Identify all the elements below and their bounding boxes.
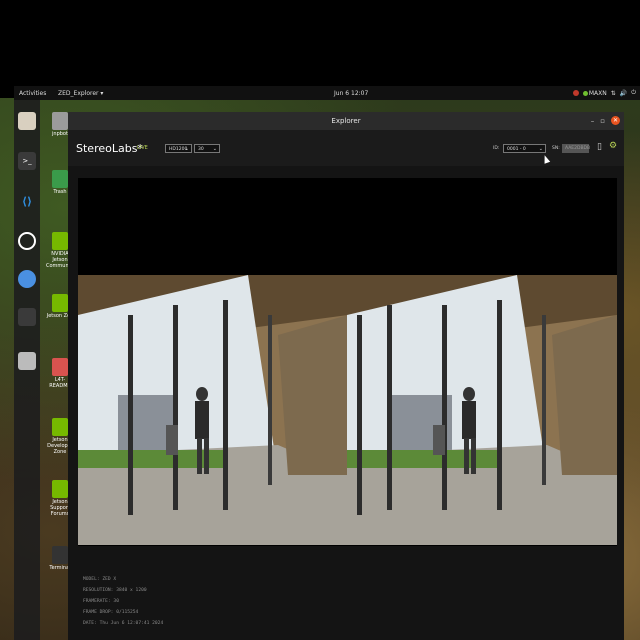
chromium-icon[interactable] (18, 270, 36, 288)
volume-icon[interactable]: 🔊 (620, 90, 627, 97)
terminal-icon (52, 546, 68, 564)
window-titlebar[interactable]: Explorer – ▫ ✕ (68, 112, 624, 130)
trash-icon (52, 170, 68, 188)
close-icon[interactable]: ✕ (611, 116, 620, 125)
stereo-video-view (78, 178, 617, 546)
power-icon[interactable]: ⏻ (631, 89, 636, 97)
chevron-down-icon: ⌄ (212, 146, 217, 152)
nvidia-icon (52, 294, 68, 312)
nvidia-icon (52, 418, 68, 436)
window-controls: – ▫ ✕ (591, 116, 620, 125)
right-camera-frame (347, 275, 617, 545)
obs-icon[interactable] (18, 232, 36, 250)
system-tray[interactable]: MAXN ⇅ 🔊 ⏻ (572, 89, 636, 97)
app-toolbar: StereoLabs* LIVE HD1200 ⌄ 30 ⌄ ID: 0001 - … (68, 130, 624, 166)
app-menu[interactable]: ZED_Explorer ▾ (58, 90, 103, 97)
maximize-icon[interactable]: ▫ (600, 117, 605, 125)
info-resolution: RESOLUTION: 3840 x 1200 (83, 588, 147, 593)
serial-number-field: AAE2DBDB (562, 144, 590, 153)
resolution-select[interactable]: HD1200 ⌄ (165, 144, 192, 153)
nvidia-icon (52, 480, 68, 498)
id-label: ID: (493, 146, 500, 151)
explorer-window: Explorer – ▫ ✕ StereoLabs* LIVE HD1200 ⌄ … (68, 112, 624, 640)
clock[interactable]: Jun 6 12:07 (334, 90, 368, 97)
info-framerate: FRAMERATE: 30 (83, 599, 119, 604)
info-model: MODEL: ZED X (83, 577, 117, 582)
brand-logo: StereoLabs* (76, 142, 143, 155)
record-icon[interactable]: ▯ (597, 142, 602, 152)
window-title: Explorer (331, 117, 361, 125)
info-date: DATE: Thu Jun 6 12:07:41 2024 (83, 621, 164, 626)
nvidia-icon (52, 232, 68, 250)
settings-icon[interactable]: ⚙ (609, 141, 617, 151)
terminal-icon[interactable]: >_ (18, 152, 36, 170)
sn-label: SN: (552, 146, 560, 151)
app-icon[interactable] (18, 308, 36, 326)
home-folder-icon (52, 112, 68, 130)
dock: >_ ⟨⟩ (14, 100, 40, 640)
record-icon[interactable] (572, 90, 579, 96)
drive-icon[interactable] (18, 352, 36, 370)
fps-select[interactable]: 30 ⌄ (194, 144, 220, 153)
top-bar: Activities ZED_Explorer ▾ Jun 6 12:07 MA… (14, 86, 640, 100)
folder-icon (52, 358, 68, 376)
chevron-down-icon: ⌄ (538, 146, 543, 152)
power-mode-indicator[interactable]: MAXN (582, 90, 607, 97)
info-frame-drop: FRAME DROP: 0/115254 (83, 610, 139, 615)
files-icon[interactable] (18, 112, 36, 130)
chevron-down-icon: ⌄ (184, 146, 189, 152)
nvidia-icon (582, 90, 588, 96)
left-camera-frame (78, 275, 348, 545)
network-icon[interactable]: ⇅ (611, 90, 616, 97)
camera-id-select[interactable]: 0001 - 0 ⌄ (503, 144, 546, 153)
live-label: LIVE (137, 145, 148, 151)
vscode-icon[interactable]: ⟨⟩ (18, 192, 36, 210)
minimize-icon[interactable]: – (591, 117, 595, 125)
activities-button[interactable]: Activities (19, 90, 46, 97)
camera-info-panel: MODEL: ZED X RESOLUTION: 3840 x 1200 FRA… (83, 574, 163, 629)
